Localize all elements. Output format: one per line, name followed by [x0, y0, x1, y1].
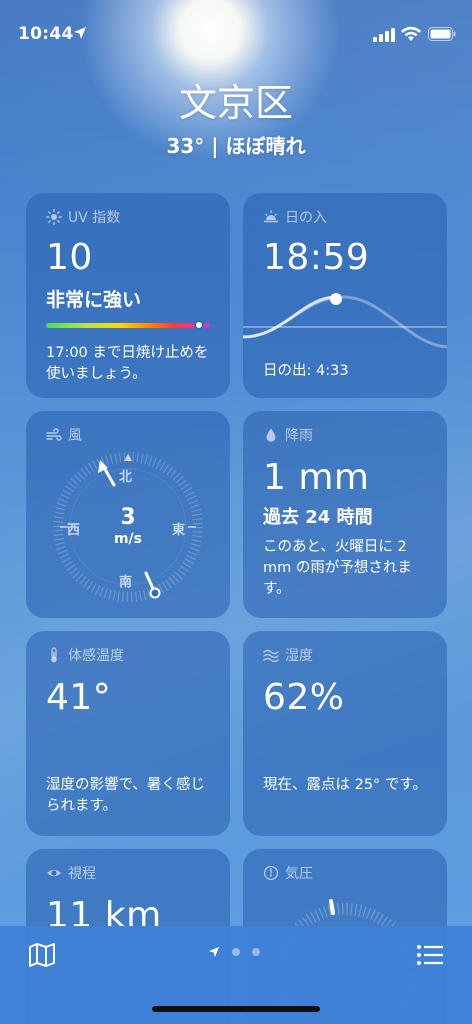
visibility-card-title: 視程 [46, 863, 96, 883]
status-time: 10:44 [18, 24, 74, 44]
rainfall-card-title: 降雨 [263, 425, 313, 445]
wind-title-label: 風 [68, 428, 82, 444]
eye-icon [47, 869, 61, 877]
wifi-icon [401, 26, 421, 41]
home-indicator[interactable] [152, 1006, 320, 1012]
feels-like-value: 41° [46, 677, 112, 718]
page-dot [252, 948, 260, 956]
list-icon[interactable] [416, 944, 444, 966]
compass-south-label: 南 [119, 575, 133, 590]
humidity-card[interactable]: 湿度 62% 現在、露点は 25° です。 [243, 631, 447, 836]
feels-like-note: 湿度の影響で、暑く感じられます。 [46, 777, 205, 814]
rainfall-amount: 1 mm [263, 457, 370, 498]
location-header: 文京区 33° | ほぼ晴れ [0, 78, 472, 159]
city-name: 文京区 [178, 81, 293, 125]
visibility-title-label: 視程 [68, 866, 96, 882]
wind-icon [46, 428, 62, 441]
sunrise-time: 日の出: 4:33 [263, 363, 349, 379]
wind-card[interactable]: 風 北 南 西 東 3 m/s [26, 411, 230, 618]
uv-index-card[interactable]: UV 指数 10 非常に強い 17:00 まで日焼け止めを使いましょう。 [26, 193, 230, 398]
pressure-title-label: 気圧 [285, 866, 313, 882]
page-dot [232, 948, 240, 956]
rainfall-card[interactable]: 降雨 1 mm 過去 24 時間 このあと、火曜日に 2 mm の雨が予想されま… [243, 411, 447, 618]
uv-level: 非常に強い [46, 289, 142, 311]
battery-icon [428, 27, 456, 41]
uv-title-label: UV 指数 [68, 210, 121, 226]
feels-like-card[interactable]: 体感温度 41° 湿度の影響で、暑く感じられます。 [26, 631, 230, 836]
rainfall-title-label: 降雨 [285, 428, 313, 444]
raindrop-icon [266, 428, 276, 442]
feels-like-title-label: 体感温度 [68, 648, 124, 664]
map-icon[interactable] [28, 942, 56, 968]
cellular-signal-icon [373, 28, 395, 42]
pressure-card-title: 気圧 [263, 863, 313, 883]
current-location-icon [208, 946, 220, 958]
sun-path-graph [243, 293, 447, 349]
sun-icon [46, 209, 62, 225]
weather-summary: 33° | ほぼ晴れ [166, 134, 306, 158]
humidity-note: 現在、露点は 25° です。 [263, 777, 427, 793]
location-arrow-icon [74, 27, 86, 39]
humidity-card-title: 湿度 [263, 645, 313, 665]
wind-speed: 3 [120, 505, 136, 530]
rainfall-forecast: このあと、火曜日に 2 mm の雨が予想されます。 [263, 539, 412, 597]
uv-advice: 17:00 まで日焼け止めを使いましょう。 [46, 345, 209, 382]
uv-level-marker [193, 320, 204, 330]
sunset-time: 18:59 [263, 237, 370, 278]
rainfall-period: 過去 24 時間 [263, 507, 373, 528]
sunset-title-label: 日の入 [285, 210, 327, 226]
uv-value: 10 [46, 237, 93, 278]
compass-north-label: 北 [119, 470, 133, 485]
wind-unit: m/s [113, 531, 143, 547]
humidity-icon [263, 649, 279, 663]
sunset-card[interactable]: 日の入 18:59 日の出: 4:33 [243, 193, 447, 398]
status-bar: 10:44 [0, 0, 472, 60]
sunset-card-title: 日の入 [263, 207, 327, 227]
feels-like-card-title: 体感温度 [46, 645, 124, 665]
uv-card-title: UV 指数 [46, 207, 120, 227]
sunset-icon [264, 210, 278, 223]
thermometer-icon [51, 647, 57, 663]
humidity-value: 62% [263, 677, 345, 718]
uv-scale-bar [46, 320, 210, 330]
humidity-title-label: 湿度 [285, 648, 313, 664]
gauge-icon [263, 865, 279, 881]
page-indicator[interactable] [208, 946, 260, 958]
wind-card-title: 風 [46, 425, 82, 445]
